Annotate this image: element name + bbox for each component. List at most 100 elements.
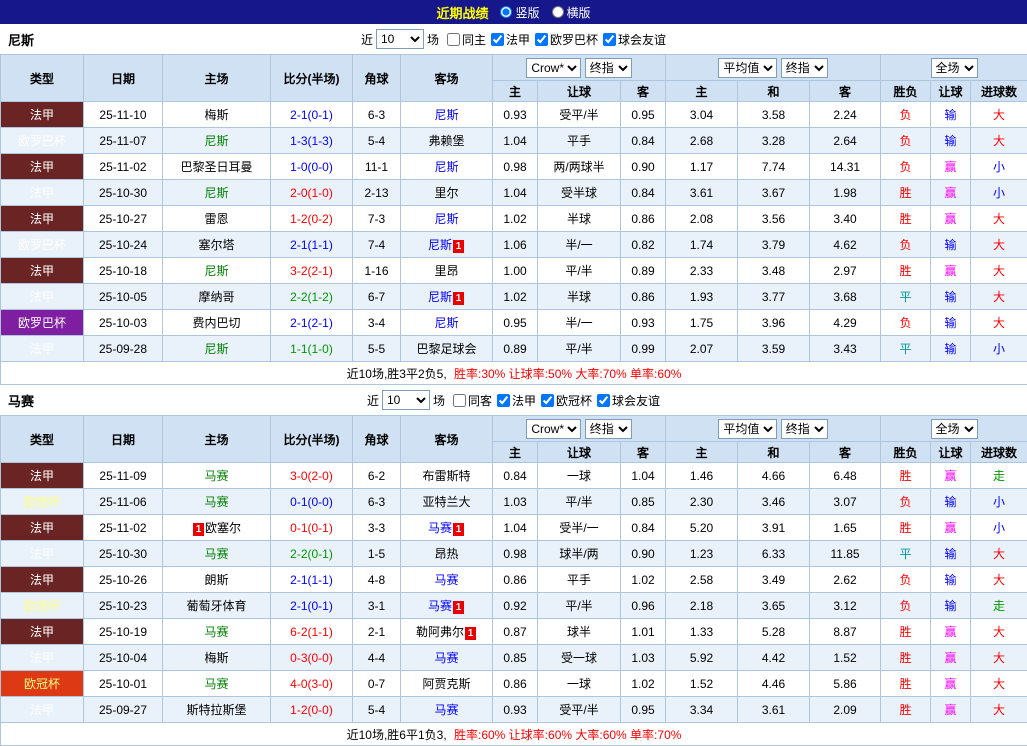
scope-select[interactable]: 全场 bbox=[931, 58, 978, 78]
ah-line: 平/半 bbox=[538, 593, 621, 619]
match-row: 欧罗巴杯25-10-24塞尔塔2-1(1-1)7-4尼斯11.06半/一0.82… bbox=[1, 232, 1027, 258]
league-filter[interactable]: 法甲 bbox=[497, 392, 536, 409]
away-team-cell: 尼斯 bbox=[401, 206, 493, 232]
eu-final-select[interactable]: 终指 bbox=[781, 58, 828, 78]
away-team-name[interactable]: 尼斯 bbox=[434, 316, 458, 330]
match-row: 欧冠杯25-10-01马赛4-0(3-0)0-7阿贾克斯0.86一球1.021.… bbox=[1, 671, 1027, 697]
ah-final-select[interactable]: 终指 bbox=[585, 58, 632, 78]
col-date: 日期 bbox=[84, 416, 163, 463]
away-team-name[interactable]: 尼斯 bbox=[434, 160, 458, 174]
home-team-name[interactable]: 马赛 bbox=[204, 469, 228, 483]
filter-checkbox[interactable] bbox=[603, 33, 616, 46]
away-team-name[interactable]: 马赛 bbox=[434, 703, 458, 717]
handicap-result-cell: 输 bbox=[931, 128, 971, 154]
filter-suffix: 场 bbox=[433, 392, 445, 409]
ah-home-odds: 1.02 bbox=[493, 206, 538, 232]
ah-home-odds: 0.87 bbox=[493, 619, 538, 645]
result-cell: 负 bbox=[881, 593, 931, 619]
away-team-name[interactable]: 尼斯 bbox=[428, 238, 452, 252]
league-filter[interactable]: 法甲 bbox=[491, 31, 530, 48]
corners-cell: 3-4 bbox=[353, 310, 401, 336]
bookmaker-select[interactable]: Crow* bbox=[526, 58, 581, 78]
home-team-cell: 尼斯 bbox=[163, 180, 271, 206]
home-team-name[interactable]: 马赛 bbox=[204, 677, 228, 691]
date-cell: 25-10-19 bbox=[84, 619, 163, 645]
home-team-name[interactable]: 尼斯 bbox=[204, 264, 228, 278]
bookmaker-select[interactable]: Crow* bbox=[526, 419, 581, 439]
filter-checkbox[interactable] bbox=[447, 33, 460, 46]
eu-home-odds: 1.17 bbox=[666, 154, 738, 180]
red-card-badge: 1 bbox=[453, 292, 464, 305]
filter-checkbox[interactable] bbox=[497, 394, 510, 407]
away-team-name[interactable]: 尼斯 bbox=[434, 212, 458, 226]
league-filter[interactable]: 球会友谊 bbox=[597, 392, 660, 409]
result-cell: 负 bbox=[881, 102, 931, 128]
score-cell: 2-1(0-1) bbox=[271, 593, 353, 619]
score-cell: 4-0(3-0) bbox=[271, 671, 353, 697]
filter-checkbox[interactable] bbox=[453, 394, 466, 407]
away-team-cell: 尼斯 bbox=[401, 310, 493, 336]
home-team-name[interactable]: 尼斯 bbox=[204, 342, 228, 356]
ah-away-odds: 0.99 bbox=[621, 336, 666, 362]
ah-final-select[interactable]: 终指 bbox=[585, 419, 632, 439]
away-team-name[interactable]: 马赛 bbox=[428, 521, 452, 535]
handicap-result-cell: 输 bbox=[931, 567, 971, 593]
result-cell: 平 bbox=[881, 336, 931, 362]
away-team-name[interactable]: 马赛 bbox=[434, 573, 458, 587]
away-team-name[interactable]: 尼斯 bbox=[428, 290, 452, 304]
filter-checkbox[interactable] bbox=[491, 33, 504, 46]
home-team-name[interactable]: 尼斯 bbox=[204, 134, 228, 148]
result-cell: 胜 bbox=[881, 671, 931, 697]
goals-result-cell: 走 bbox=[971, 593, 1027, 619]
away-team-name[interactable]: 马赛 bbox=[428, 599, 452, 613]
handicap-result-cell: 赢 bbox=[931, 671, 971, 697]
league-type-cell: 欧罗巴杯 bbox=[1, 310, 84, 336]
ah-line: 一球 bbox=[538, 463, 621, 489]
ah-home-odds: 1.00 bbox=[493, 258, 538, 284]
horizontal-layout-radio[interactable] bbox=[552, 6, 564, 18]
ah-line: 受平/半 bbox=[538, 102, 621, 128]
filter-checkbox[interactable] bbox=[597, 394, 610, 407]
home-team-cell: 雷恩 bbox=[163, 206, 271, 232]
home-team-name[interactable]: 马赛 bbox=[204, 547, 228, 561]
ah-line: 球半 bbox=[538, 619, 621, 645]
home-team-cell: 马赛 bbox=[163, 671, 271, 697]
eu-final-select[interactable]: 终指 bbox=[781, 419, 828, 439]
eu-away-odds: 3.12 bbox=[810, 593, 881, 619]
league-filter[interactable]: 欧冠杯 bbox=[541, 392, 592, 409]
home-team-name[interactable]: 尼斯 bbox=[204, 186, 228, 200]
ah-away-odds: 0.89 bbox=[621, 258, 666, 284]
filter-checkbox[interactable] bbox=[535, 33, 548, 46]
match-count-select[interactable]: 10 bbox=[382, 390, 430, 410]
home-team-name[interactable]: 马赛 bbox=[204, 495, 228, 509]
home-team-name[interactable]: 马赛 bbox=[204, 625, 228, 639]
result-cell: 胜 bbox=[881, 697, 931, 723]
ah-line: 受半球 bbox=[538, 180, 621, 206]
eu-average-select[interactable]: 平均值 bbox=[718, 419, 777, 439]
league-filter[interactable]: 欧罗巴杯 bbox=[535, 31, 598, 48]
col-goals: 进球数 bbox=[971, 81, 1027, 102]
away-team-name: 里昂 bbox=[434, 264, 458, 278]
layout-option-vertical[interactable]: 竖版 bbox=[500, 4, 539, 21]
goals-result-cell: 大 bbox=[971, 671, 1027, 697]
match-count-select[interactable]: 10 bbox=[376, 29, 424, 49]
scope-select[interactable]: 全场 bbox=[931, 419, 978, 439]
summary-record: 近10场,胜6平1负3, bbox=[347, 728, 447, 742]
filter-checkbox[interactable] bbox=[541, 394, 554, 407]
col-ah-home: 主 bbox=[493, 81, 538, 102]
corners-cell: 0-7 bbox=[353, 671, 401, 697]
corners-cell: 3-3 bbox=[353, 515, 401, 541]
handicap-result-cell: 赢 bbox=[931, 206, 971, 232]
league-filter[interactable]: 球会友谊 bbox=[603, 31, 666, 48]
away-team-name[interactable]: 马赛 bbox=[434, 651, 458, 665]
league-filter[interactable]: 同客 bbox=[453, 392, 492, 409]
away-team-name[interactable]: 尼斯 bbox=[434, 108, 458, 122]
home-team-cell: 马赛 bbox=[163, 463, 271, 489]
eu-average-select[interactable]: 平均值 bbox=[718, 58, 777, 78]
goals-result-cell: 大 bbox=[971, 284, 1027, 310]
layout-option-horizontal[interactable]: 横版 bbox=[552, 4, 591, 21]
vertical-layout-radio[interactable] bbox=[500, 6, 512, 18]
league-filter[interactable]: 同主 bbox=[447, 31, 486, 48]
ah-home-odds: 1.02 bbox=[493, 284, 538, 310]
handicap-result-cell: 赢 bbox=[931, 515, 971, 541]
